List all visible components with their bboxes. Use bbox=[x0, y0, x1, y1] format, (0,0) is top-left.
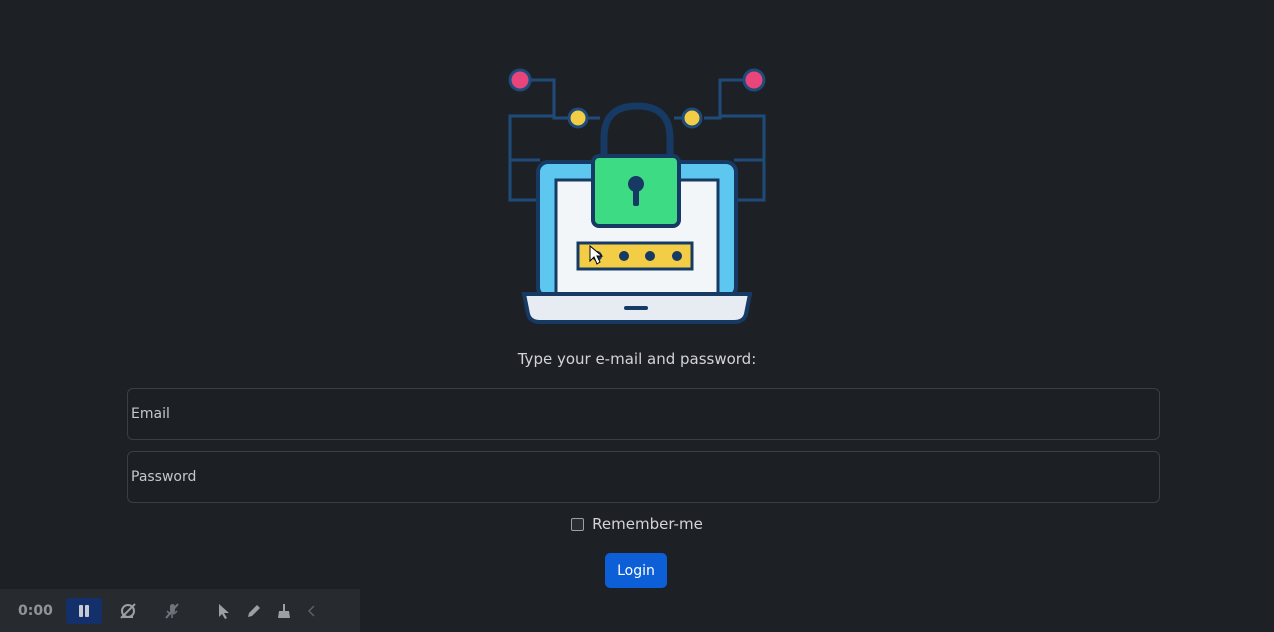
broom-icon bbox=[278, 603, 290, 618]
login-prompt: Type your e-mail and password: bbox=[517, 350, 757, 368]
chevron-left-icon bbox=[307, 604, 315, 617]
remember-me-checkbox[interactable] bbox=[571, 517, 585, 531]
recorder-toolbar: 0:00 bbox=[0, 589, 360, 632]
pen-icon bbox=[248, 604, 260, 617]
email-field[interactable] bbox=[128, 389, 1159, 439]
camera-off-icon bbox=[120, 602, 136, 619]
remember-me-row: Remember-me bbox=[0, 515, 1274, 533]
pause-icon bbox=[79, 604, 89, 617]
pointer-tool-button[interactable] bbox=[210, 598, 238, 624]
login-page: Type your e-mail and password: Remember-… bbox=[0, 0, 1274, 632]
pointer-icon bbox=[219, 603, 229, 619]
camera-toggle-button[interactable] bbox=[110, 598, 146, 624]
remember-me-label[interactable]: Remember-me bbox=[592, 515, 703, 533]
pause-button[interactable] bbox=[66, 597, 102, 624]
mic-off-icon bbox=[165, 602, 179, 619]
login-button[interactable]: Login bbox=[605, 553, 667, 588]
security-laptop-illustration bbox=[500, 60, 774, 330]
recorder-time: 0:00 bbox=[18, 602, 53, 619]
email-field-wrapper bbox=[127, 388, 1160, 440]
pen-tool-button[interactable] bbox=[240, 598, 268, 624]
password-field-wrapper bbox=[127, 451, 1160, 503]
collapse-toolbar-button[interactable] bbox=[300, 598, 322, 624]
password-field[interactable] bbox=[128, 452, 1159, 502]
clear-tool-button[interactable] bbox=[270, 598, 298, 624]
mic-toggle-button[interactable] bbox=[154, 598, 190, 624]
